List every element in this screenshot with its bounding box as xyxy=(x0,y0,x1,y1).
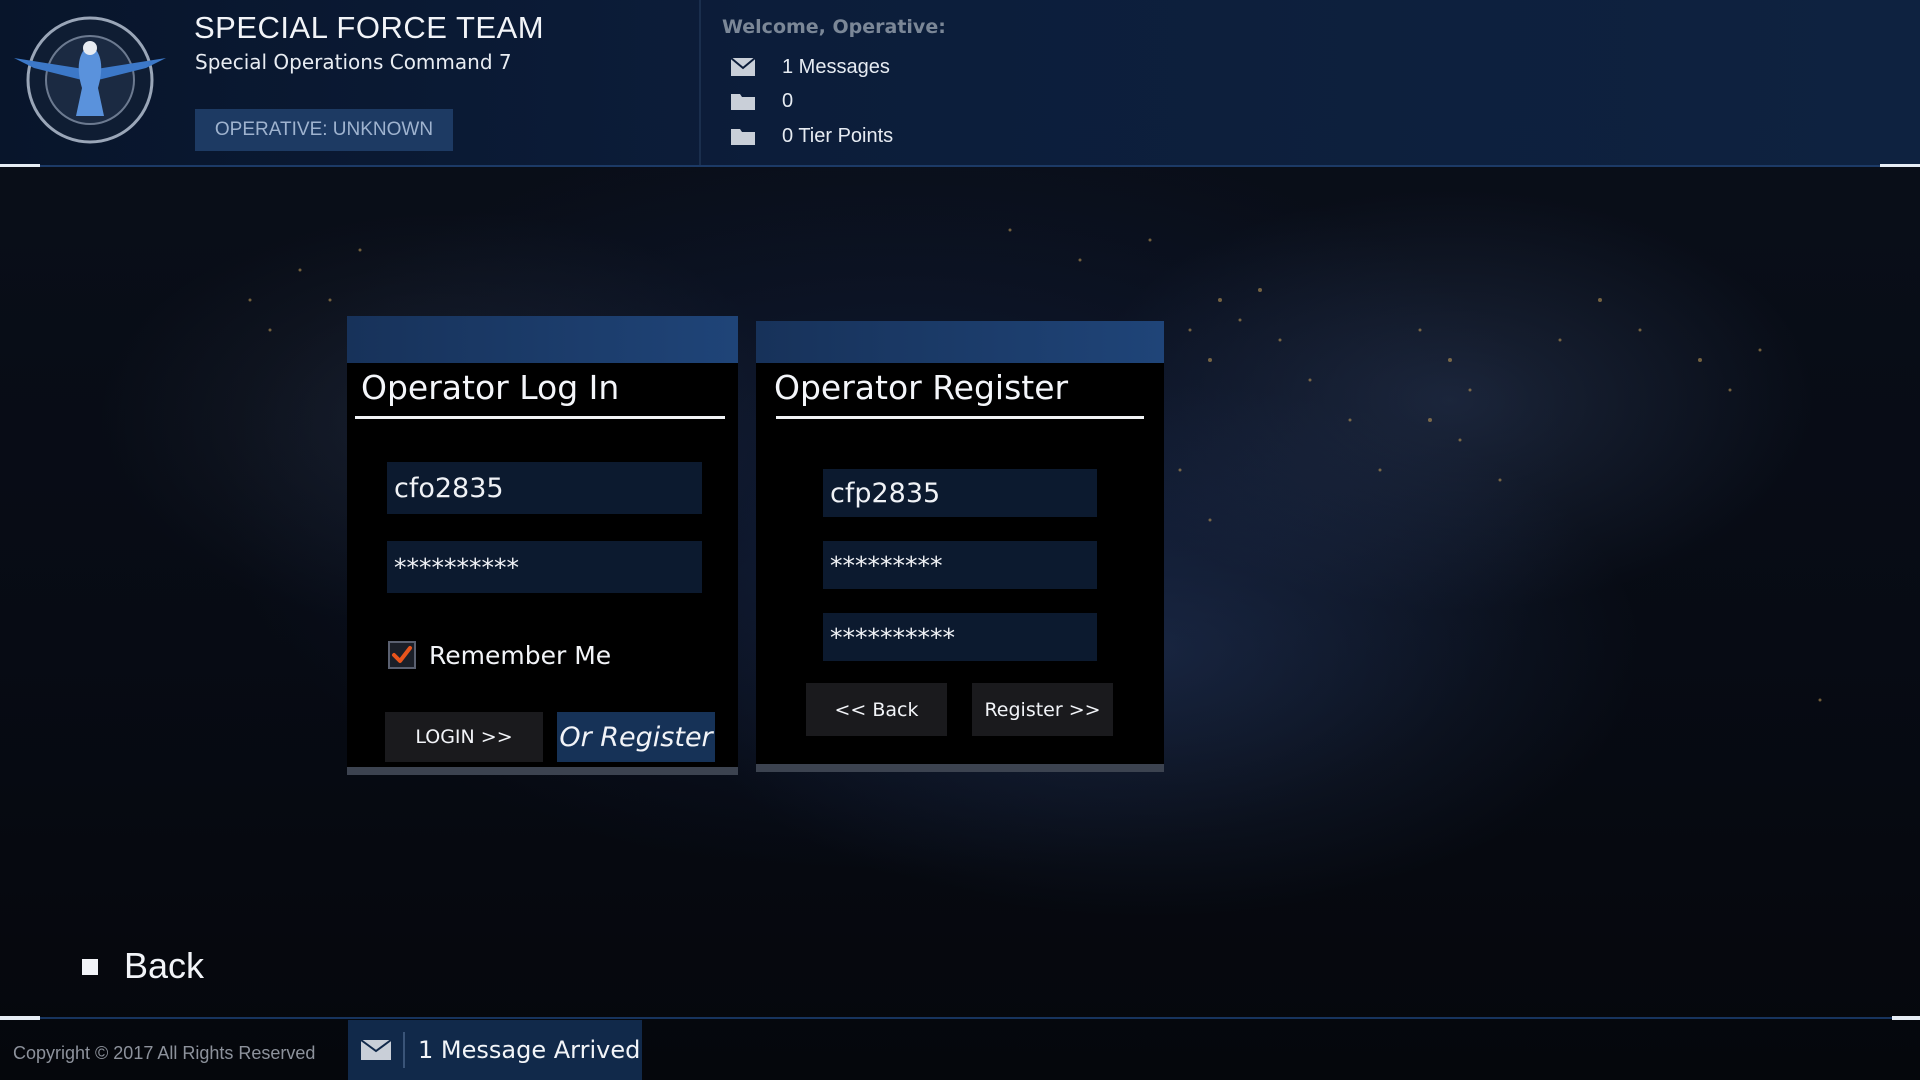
register-password-input[interactable]: ********* xyxy=(823,541,1097,589)
stat-tier-points[interactable]: 0 Tier Points xyxy=(730,122,893,150)
stat-messages-text: 1 Messages xyxy=(782,55,890,78)
team-name: SPECIAL FORCE TEAM xyxy=(194,10,545,45)
remember-me-label[interactable]: Remember Me xyxy=(429,641,611,670)
register-panel-topbar xyxy=(756,321,1164,363)
login-password-input[interactable]: ********** xyxy=(387,541,702,593)
stat-messages[interactable]: 1 Messages xyxy=(730,53,890,81)
or-register-button[interactable]: Or Register xyxy=(557,712,715,762)
back-bullet-icon xyxy=(82,959,98,975)
message-notification[interactable]: 1 Message Arrived xyxy=(348,1020,642,1080)
notification-text: 1 Message Arrived xyxy=(418,1036,641,1064)
stat-folder[interactable]: 0 xyxy=(730,87,793,115)
checkmark-icon xyxy=(392,646,412,663)
folder-icon xyxy=(731,129,755,145)
remember-me-checkbox[interactable] xyxy=(388,641,416,669)
folder-icon xyxy=(731,94,755,110)
login-panel: Operator Log In cfo2835 ********** Remem… xyxy=(347,316,738,775)
header-divider xyxy=(699,0,701,165)
register-panel: Operator Register cfp2835 ********* ****… xyxy=(756,321,1164,772)
register-submit-button[interactable]: Register >> xyxy=(972,683,1113,736)
login-title-underline xyxy=(355,416,725,419)
login-button[interactable]: LOGIN >> xyxy=(385,712,543,762)
copyright-text: Copyright © 2017 All Rights Reserved xyxy=(13,1043,316,1063)
envelope-icon xyxy=(360,1039,392,1060)
footer-tick-left xyxy=(0,1016,40,1020)
login-panel-topbar xyxy=(347,316,738,363)
stat-tier-points-text: 0 Tier Points xyxy=(782,124,894,147)
register-confirm-password-input[interactable]: ********** xyxy=(823,613,1097,661)
footer-tick-right xyxy=(1892,1016,1920,1020)
register-back-button[interactable]: << Back xyxy=(806,683,947,736)
login-username-input[interactable]: cfo2835 xyxy=(387,462,702,514)
envelope-icon xyxy=(730,57,756,76)
operative-status-badge: OPERATIVE: UNKNOWN xyxy=(195,109,453,151)
footer-divider xyxy=(0,1017,1920,1019)
stat-folder-text: 0 xyxy=(782,89,794,112)
team-subtitle: Special Operations Command 7 xyxy=(195,50,512,74)
corner-tick-left xyxy=(0,164,40,167)
back-nav-button[interactable]: Back xyxy=(124,945,204,987)
welcome-text: Welcome, Operative: xyxy=(722,16,946,38)
top-header: SPECIAL FORCE TEAM Special Operations Co… xyxy=(0,0,1920,167)
sierra-foxtrot-emblem-icon xyxy=(14,16,166,144)
corner-tick-right xyxy=(1880,164,1920,167)
login-panel-title: Operator Log In xyxy=(361,368,620,407)
login-panel-bottombar xyxy=(347,767,738,775)
register-panel-bottombar xyxy=(756,764,1164,772)
notification-separator xyxy=(403,1032,405,1068)
register-panel-title: Operator Register xyxy=(774,368,1069,407)
register-title-underline xyxy=(776,416,1144,419)
register-username-input[interactable]: cfp2835 xyxy=(823,469,1097,517)
